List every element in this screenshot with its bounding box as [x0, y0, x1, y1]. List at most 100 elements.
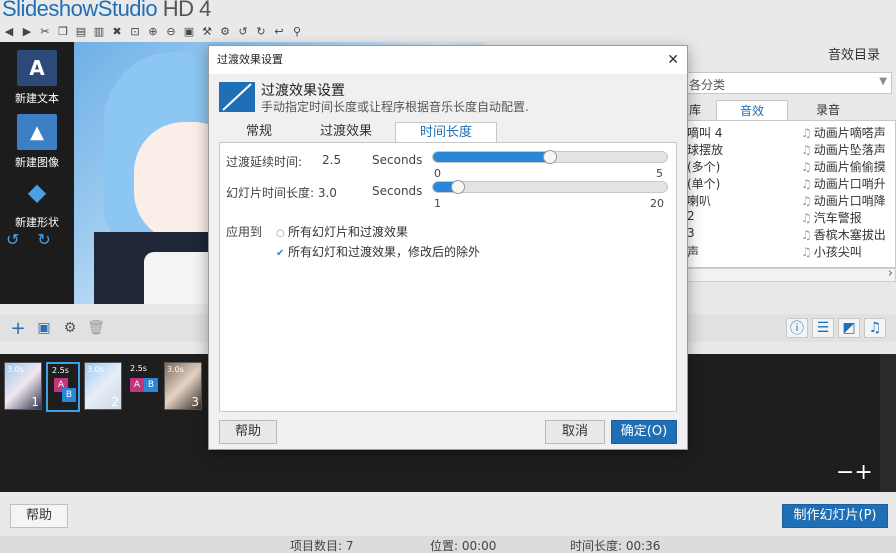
slide-duration-slider[interactable] [432, 180, 668, 194]
category-value: 各分类 [689, 78, 726, 92]
new-image-label: 新建图像 [15, 156, 59, 169]
copy-icon[interactable]: ❐ [56, 24, 70, 38]
copy-stack-icon[interactable]: ▥ [92, 24, 106, 38]
trash-icon[interactable]: 🗑 [86, 318, 106, 338]
transition-delay-label: 过渡延续时间: [226, 155, 303, 169]
list-item[interactable]: (多个) [687, 158, 720, 175]
info-icon[interactable]: ⓘ [786, 318, 808, 338]
rotate-left-icon[interactable]: ↺ [6, 230, 19, 249]
sound-list-scrollbar[interactable]: › [684, 266, 896, 282]
list-item[interactable]: 声 [687, 243, 699, 260]
transition-a-icon: A [130, 378, 144, 392]
zoom-in-icon[interactable]: ⊕ [146, 24, 160, 38]
apply-except-modified-radio[interactable]: ✔ 所有幻灯和过渡效果，修改后的除外 [276, 243, 480, 260]
music-note-icon: ♫ [801, 245, 812, 259]
list-item[interactable]: ♫ 香槟木塞拔出 [801, 226, 886, 243]
transition-thumbnail[interactable]: 2.5s A B [126, 362, 160, 412]
list-item[interactable]: 3 [687, 226, 695, 240]
tab-effects[interactable]: 音效 [716, 100, 788, 120]
rotate-controls: ↺ ↻ [6, 230, 51, 249]
status-bar: 项目数目: 7 位置: 00:00 时间长度: 00:36 [0, 536, 896, 553]
tab-general[interactable]: 常规 [235, 122, 283, 142]
new-text-label: 新建文本 [15, 92, 59, 105]
rotate-left-icon[interactable]: ↺ [236, 24, 250, 38]
timeline-scrollbar[interactable] [880, 354, 896, 492]
music-note-icon: ♫ [801, 160, 812, 174]
slider-max: 20 [650, 197, 664, 210]
slide-thumbnail[interactable]: 3.0s 3 [164, 362, 202, 410]
sound-list: 嘀叫 4 球摆放 (多个) (单个) 喇叭 2 3 声 ♫ 动画片嘀嗒声 ♫ 动画片… [684, 120, 896, 268]
slide-number: 1 [31, 395, 39, 409]
ok-button[interactable]: 确定(O) [611, 420, 677, 444]
list-item[interactable]: 喇叭 [687, 192, 711, 209]
new-shape-button[interactable]: ◆ 新建形状 [4, 174, 70, 230]
zoom-actual-icon[interactable]: ▣ [182, 24, 196, 38]
list-item[interactable]: 球摆放 [687, 141, 723, 158]
transition-duration: 2.5s [52, 366, 69, 375]
list-item[interactable]: 2 [687, 209, 695, 223]
transition-icon[interactable]: ◩ [838, 318, 860, 338]
delete-icon[interactable]: ✖ [110, 24, 124, 38]
tab-record[interactable]: 录音 [796, 100, 860, 120]
slider-handle[interactable] [543, 150, 557, 164]
music-note-icon: ♫ [801, 143, 812, 157]
transition-delay-slider[interactable] [432, 150, 668, 164]
list-item[interactable]: 嘀叫 4 [687, 124, 722, 141]
slide-thumbnail[interactable]: 3.0s 2 [84, 362, 122, 410]
shape-icon: ◆ [17, 174, 57, 210]
category-select[interactable]: 各分类 ▼ [684, 72, 892, 94]
tab-transition[interactable]: 过渡效果 [309, 122, 383, 142]
cut-icon[interactable]: ✂ [38, 24, 52, 38]
status-length: 时间长度: 00:36 [570, 539, 661, 553]
new-text-button[interactable]: A 新建文本 [4, 50, 70, 106]
transition-thumbnail[interactable]: 2.5s A B [46, 362, 80, 412]
new-image-button[interactable]: ▲ 新建图像 [4, 114, 70, 170]
gear-icon[interactable]: ⚙ [60, 318, 80, 338]
list-item[interactable]: ♫ 小孩尖叫 [801, 243, 862, 260]
list-item[interactable]: ♫ 动画片偷偷摸 [801, 158, 886, 175]
forward-icon[interactable]: ▶ [20, 24, 34, 38]
make-slideshow-button[interactable]: 制作幻灯片(P) [782, 504, 888, 528]
status-position: 位置: 00:00 [430, 539, 497, 553]
list-item[interactable]: ♫ 动画片坠落声 [801, 141, 886, 158]
settings-icon[interactable]: ⚙ [218, 24, 232, 38]
zoom-out-icon[interactable]: ⊖ [164, 24, 178, 38]
slide-thumbnail[interactable]: 3.0s 1 [4, 362, 42, 410]
chevron-right-icon[interactable]: › [888, 266, 893, 281]
slide-duration: 3.0s [87, 365, 104, 374]
list-item[interactable]: ♫ 动画片嘀嗒声 [801, 124, 886, 141]
dialog-titlebar: 过渡效果设置 ✕ [209, 46, 687, 74]
undo-icon[interactable]: ↩ [272, 24, 286, 38]
text-icon: A [17, 50, 57, 86]
list-item[interactable]: ♫ 动画片口哨降 [801, 192, 886, 209]
apply-all-radio[interactable]: ○ 所有幻灯片和过渡效果 [276, 223, 408, 240]
slider-fill [433, 152, 550, 162]
radio-unchecked-icon: ○ [276, 228, 285, 239]
dialog-subheading: 手动指定时间长度或让程序根据音乐长度自动配置. [261, 100, 529, 114]
help-button[interactable]: 帮助 [10, 504, 68, 528]
pin-icon[interactable]: ⚲ [290, 24, 304, 38]
image-icon: ▲ [17, 114, 57, 150]
slide-duration: 3.0s [7, 365, 24, 374]
slider-handle[interactable] [450, 180, 465, 194]
paste-icon[interactable]: ▤ [74, 24, 88, 38]
list-item[interactable]: (单个) [687, 175, 720, 192]
list-item[interactable]: ♫ 动画片口哨升 [801, 175, 886, 192]
tab-duration[interactable]: 时间长度 [395, 122, 497, 142]
slide-number: 3 [191, 395, 199, 409]
rotate-right-icon[interactable]: ↻ [254, 24, 268, 38]
list-item[interactable]: ♫ 汽车警报 [801, 209, 862, 226]
back-icon[interactable]: ◀ [2, 24, 16, 38]
close-icon[interactable]: ✕ [667, 46, 679, 74]
music-note-icon: ♫ [801, 177, 812, 191]
add-icon[interactable]: + [8, 318, 28, 339]
dialog-help-button[interactable]: 帮助 [219, 420, 277, 444]
music-icon[interactable]: ♫ [864, 318, 886, 338]
tools-icon[interactable]: ⚒ [200, 24, 214, 38]
cancel-button[interactable]: 取消 [545, 420, 605, 444]
timeline-zoom-controls[interactable]: −+ [836, 460, 873, 485]
add-media-icon[interactable]: ▣ [34, 318, 54, 338]
zoom-fit-icon[interactable]: ⊡ [128, 24, 142, 38]
rotate-right-icon[interactable]: ↻ [37, 230, 50, 249]
align-icon[interactable]: ☰ [812, 318, 834, 338]
